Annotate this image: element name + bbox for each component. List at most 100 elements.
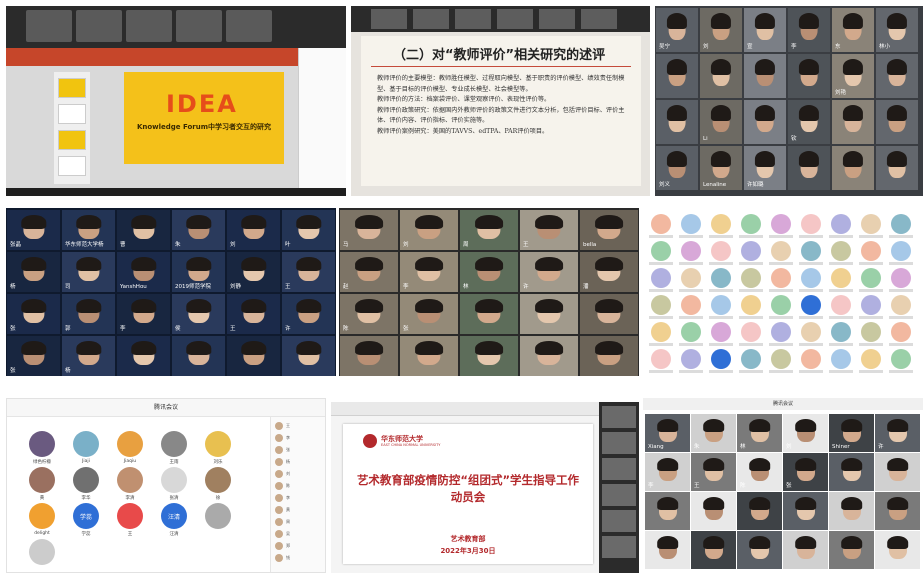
video-tile[interactable]: 刘 (700, 8, 742, 52)
video-tile[interactable] (700, 54, 742, 98)
avatar-icon[interactable] (711, 268, 731, 288)
video-tile[interactable]: 叶 (282, 210, 335, 250)
video-tile[interactable] (876, 54, 918, 98)
video-tile[interactable] (176, 10, 222, 42)
video-tile[interactable]: 林 (737, 414, 782, 452)
participant-avatar[interactable] (205, 467, 231, 493)
video-tile[interactable]: 潘 (580, 252, 638, 292)
avatar-icon[interactable] (771, 268, 791, 288)
video-tile[interactable] (875, 492, 920, 530)
avatar-icon[interactable] (861, 349, 881, 369)
video-tile[interactable] (829, 453, 874, 491)
video-tile[interactable]: 许 (282, 294, 335, 334)
participant-avatar[interactable] (29, 503, 55, 529)
video-tile[interactable] (656, 54, 698, 98)
video-tile[interactable]: 刘 (783, 414, 828, 452)
video-tile[interactable] (788, 146, 830, 190)
video-tile[interactable]: 刘 (227, 210, 280, 250)
participant-avatar[interactable] (161, 467, 187, 493)
participant-avatar[interactable] (117, 431, 143, 457)
avatar-icon[interactable] (711, 214, 731, 234)
video-tile[interactable] (829, 531, 874, 569)
avatar-icon[interactable] (741, 214, 761, 234)
avatar-icon[interactable] (891, 322, 911, 342)
avatar-icon[interactable] (651, 322, 671, 342)
video-tile[interactable]: 张 (783, 453, 828, 491)
video-tile[interactable]: 朱 (691, 414, 736, 452)
avatar-icon[interactable] (681, 268, 701, 288)
video-tile[interactable] (645, 492, 690, 530)
avatar-icon[interactable] (771, 322, 791, 342)
video-tile[interactable]: Xiang (645, 414, 690, 452)
video-tile[interactable]: 宣 (744, 8, 786, 52)
participant-avatar[interactable]: 汪清 (161, 503, 187, 529)
video-tile[interactable]: 杨 (62, 336, 115, 376)
video-tile[interactable] (829, 492, 874, 530)
avatar-icon[interactable] (831, 295, 851, 315)
avatar-icon[interactable] (801, 322, 821, 342)
video-tile[interactable]: 张 (400, 294, 458, 334)
avatar-icon[interactable] (801, 241, 821, 261)
avatar-icon[interactable] (681, 295, 701, 315)
avatar-icon[interactable] (681, 349, 701, 369)
avatar-icon[interactable] (891, 349, 911, 369)
avatar-icon[interactable] (891, 268, 911, 288)
video-tile[interactable] (656, 100, 698, 144)
video-tile[interactable]: 刘静 (227, 252, 280, 292)
video-tile[interactable]: Shiner (829, 414, 874, 452)
video-tile[interactable]: 周 (460, 210, 518, 250)
video-tile[interactable]: 马 (340, 210, 398, 250)
participant-avatar[interactable]: 学蕊 (73, 503, 99, 529)
video-tile[interactable] (691, 531, 736, 569)
participant-avatar[interactable] (117, 503, 143, 529)
video-tile[interactable]: 刘 (400, 210, 458, 250)
video-tile[interactable]: 侯 (172, 294, 225, 334)
avatar-icon[interactable] (741, 241, 761, 261)
avatar-icon[interactable] (651, 295, 671, 315)
video-tile[interactable]: 钦 (788, 100, 830, 144)
member-list-item[interactable]: 刘 (275, 469, 323, 479)
video-tile[interactable] (227, 336, 280, 376)
video-tile[interactable] (691, 492, 736, 530)
participant-avatar[interactable] (205, 503, 231, 529)
video-tile[interactable] (117, 336, 170, 376)
video-tile[interactable]: 刘艳 (832, 54, 874, 98)
avatar-icon[interactable] (741, 268, 761, 288)
video-tile[interactable]: Lenaline (700, 146, 742, 190)
avatar-icon[interactable] (711, 295, 731, 315)
avatar-icon[interactable] (771, 295, 791, 315)
participant-avatar[interactable] (29, 539, 55, 565)
video-tile[interactable]: 曹 (117, 210, 170, 250)
avatar-icon[interactable] (651, 241, 671, 261)
video-tile[interactable]: 许 (875, 414, 920, 452)
participant-avatar[interactable] (73, 431, 99, 457)
video-tile[interactable] (876, 146, 918, 190)
member-list-item[interactable]: 李 (275, 433, 323, 443)
avatar-icon[interactable] (771, 214, 791, 234)
avatar-icon[interactable] (831, 268, 851, 288)
avatar-icon[interactable] (711, 322, 731, 342)
video-tile[interactable] (282, 336, 335, 376)
participant-avatar[interactable] (73, 467, 99, 493)
avatar-icon[interactable] (831, 349, 851, 369)
video-tile[interactable] (520, 336, 578, 376)
member-list-item[interactable]: 张 (275, 445, 323, 455)
video-tile[interactable] (783, 492, 828, 530)
video-tile[interactable]: 王 (227, 294, 280, 334)
video-tile[interactable]: 刘义 (656, 146, 698, 190)
video-tile[interactable]: 张 (7, 294, 60, 334)
member-list-item[interactable]: 吴 (275, 529, 323, 539)
avatar-icon[interactable] (861, 322, 881, 342)
video-tile[interactable]: 李 (645, 453, 690, 491)
member-list-item[interactable]: 李 (275, 493, 323, 503)
video-tile[interactable] (400, 336, 458, 376)
participant-avatar[interactable] (117, 467, 143, 493)
video-tile[interactable] (645, 531, 690, 569)
video-tile[interactable]: 吴宁 (656, 8, 698, 52)
video-tile[interactable]: 赵 (340, 252, 398, 292)
avatar-icon[interactable] (831, 241, 851, 261)
video-tile[interactable] (226, 10, 272, 42)
member-list-item[interactable]: 杨 (275, 457, 323, 467)
video-tile[interactable]: bella (580, 210, 638, 250)
avatar-icon[interactable] (711, 349, 731, 369)
